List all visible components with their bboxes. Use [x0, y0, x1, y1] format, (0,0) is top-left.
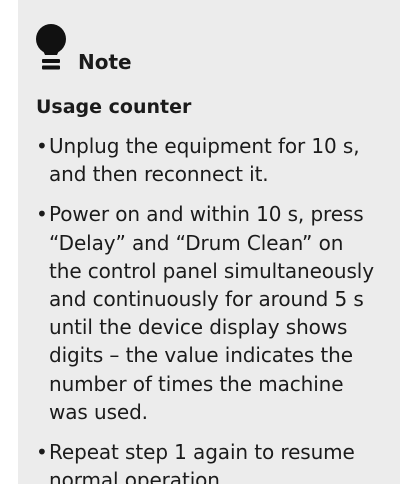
note-panel: Note Usage counter • Unplug the equipmen…: [18, 0, 400, 484]
note-title: Note: [78, 50, 132, 74]
step-item-3: • Repeat step 1 again to resume normal o…: [36, 438, 382, 484]
step-text: Power on and within 10 s, press “Delay” …: [49, 202, 375, 424]
step-text: Repeat step 1 again to resume normal ope…: [49, 440, 355, 484]
bullet-icon: •: [36, 134, 48, 158]
step-text: Unplug the equipment for 10 s, and then …: [49, 134, 360, 187]
step-item-1: • Unplug the equipment for 10 s, and the…: [36, 132, 382, 188]
section-heading: Usage counter: [36, 96, 192, 118]
lightbulb-icon: [34, 24, 68, 74]
bullet-icon: •: [36, 440, 48, 465]
step-list: • Unplug the equipment for 10 s, and the…: [36, 132, 382, 484]
note-header: Note: [36, 20, 382, 74]
step-item-2: • Power on and within 10 s, press “Delay…: [36, 200, 382, 426]
bullet-icon: •: [36, 202, 48, 227]
